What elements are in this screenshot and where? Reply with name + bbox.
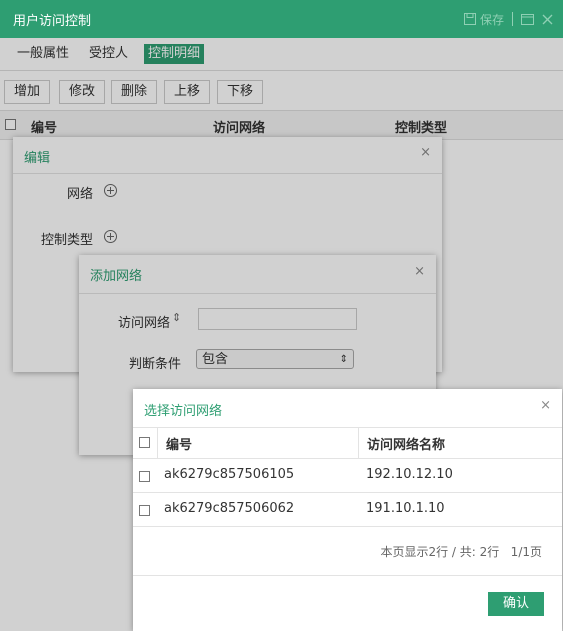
select-network-dialog-header: 选择访问网络 × — [133, 389, 562, 428]
user-access-control-window: 用户访问控制 保存 一般属性 受控人 控制明细 增加 修改 删除 上移 下移 编… — [0, 0, 563, 631]
row-checkbox[interactable] — [139, 471, 150, 482]
confirm-button[interactable]: 确认 — [488, 592, 544, 616]
select-network-dialog-title: 选择访问网络 — [144, 404, 223, 419]
table-row[interactable]: ak6279c857506062 191.10.1.10 — [133, 493, 562, 527]
column-network-name: 访问网络名称 — [367, 438, 446, 453]
row-id: ak6279c857506062 — [164, 501, 295, 516]
pagination-text: 本页显示2行 / 共: 2行 1/1页 — [380, 545, 542, 559]
titlebar-actions: 保存 — [463, 0, 553, 38]
row-network-name: 191.10.1.10 — [366, 501, 445, 516]
save-label: 保存 — [479, 12, 504, 27]
row-id: ak6279c857506105 — [164, 467, 295, 482]
save-button[interactable]: 保存 — [463, 11, 504, 28]
select-all-checkbox[interactable] — [139, 437, 150, 448]
row-network-name: 192.10.12.10 — [366, 467, 453, 482]
row-checkbox[interactable] — [139, 505, 150, 516]
divider — [358, 427, 359, 458]
select-network-dialog: 选择访问网络 × 编号 访问网络名称 ak6279c857506105 192.… — [133, 389, 562, 631]
maximize-icon[interactable] — [521, 13, 534, 25]
divider — [157, 427, 158, 458]
divider — [512, 12, 513, 26]
pagination-bar: 本页显示2行 / 共: 2行 1/1页 — [133, 527, 562, 576]
network-table-header: 编号 访问网络名称 — [133, 427, 562, 459]
close-icon[interactable] — [542, 14, 553, 25]
close-icon[interactable]: × — [540, 398, 551, 413]
table-row[interactable]: ak6279c857506105 192.10.12.10 — [133, 459, 562, 493]
title-bar: 用户访问控制 保存 — [0, 0, 563, 38]
column-id: 编号 — [166, 438, 193, 453]
window-title: 用户访问控制 — [13, 13, 92, 29]
save-icon — [463, 13, 476, 25]
